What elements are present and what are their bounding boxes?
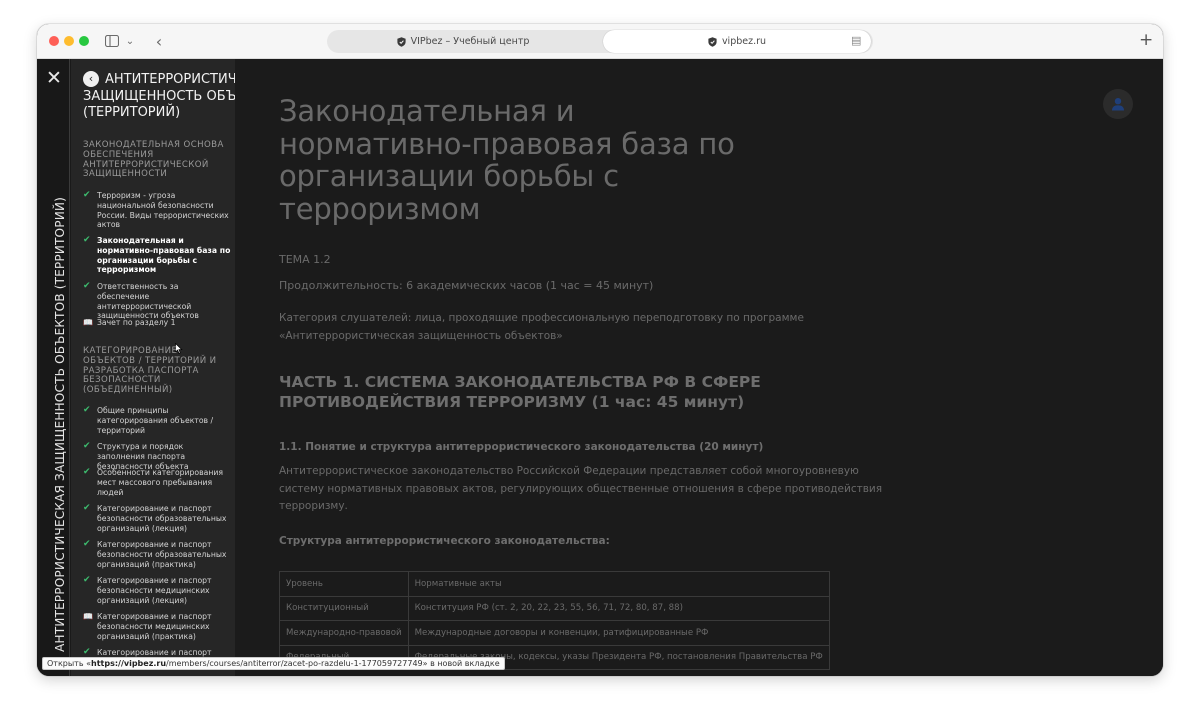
lesson-label: Структура и порядок заполнения паспорта …: [97, 442, 189, 471]
lesson-item-quiz[interactable]: 📖 Категорирование и паспорт безопасности…: [83, 612, 231, 641]
course-sidebar: ‹ АНТИТЕРРОРИСТИЧЕ ЗАЩИЩЕННОСТЬ ОБЪЕК (ТЕ…: [71, 59, 235, 676]
tab-label: vipbez.ru: [721, 36, 767, 47]
table-header: Нормативные акты: [407, 571, 830, 597]
section-title: ЗАКОНОДАТЕЛЬНАЯ ОСНОВА ОБЕСПЕЧЕНИЯ АНТИТ…: [83, 140, 224, 180]
lesson-label: Категорирование и паспорт безопасности м…: [97, 576, 212, 605]
lesson-label: Категорирование и паспорт безопасности о…: [97, 540, 227, 569]
lesson-label: Общие принципы категорирования объектов …: [97, 406, 214, 435]
lesson-label: Зачет по разделу 1: [97, 318, 176, 327]
table-header-row: Уровень Нормативные акты: [279, 571, 830, 597]
audience-text: Категория слушателей: лица, проходящие п…: [279, 312, 804, 342]
status-suffix: » в новой вкладке: [422, 659, 500, 668]
check-icon: ✔: [83, 405, 91, 415]
table-row: Международно-правовой Международные дого…: [279, 620, 830, 646]
status-path: /members/courses/antiterror/zacet-po-raz…: [166, 659, 423, 668]
topic-label: ТЕМА 1.2: [279, 253, 331, 266]
new-tab-button[interactable]: +: [1139, 30, 1153, 50]
section-title: КАТЕГОРИРОВАНИЕ ОБЪЕКТОВ / ТЕРРИТОРИЙ И …: [83, 346, 217, 396]
table-cell: Международно-правовой: [279, 620, 409, 646]
intro-text: Антитеррористическое законодательство Ро…: [279, 465, 883, 512]
course-header-line: (ТЕРРИТОРИЙ): [83, 105, 181, 120]
course-vertical-title: АНТИТЕРРОРИСТИЧЕСКАЯ ЗАЩИЩЕННОСТЬ ОБЪЕКТ…: [53, 197, 67, 652]
close-icon[interactable]: ✕: [46, 69, 62, 88]
lesson-content: Законодательная и нормативно-правовая ба…: [235, 59, 1163, 676]
lesson-item[interactable]: ✔ Категорирование и паспорт безопасности…: [83, 539, 231, 569]
table-header: Уровень: [279, 571, 409, 597]
back-button[interactable]: ‹: [151, 31, 167, 51]
check-icon: ✔: [83, 575, 91, 585]
table-row: Конституционный Конституция РФ (ст. 2, 2…: [279, 595, 830, 621]
browser-toolbar: ⌄ ‹ VIPbez – Учебный центр vipbez.ru ▤ +: [37, 24, 1163, 59]
status-prefix: Открыть «: [47, 659, 91, 668]
check-icon: ✔: [83, 539, 91, 549]
check-icon: ✔: [83, 190, 91, 200]
browser-window: ⌄ ‹ VIPbez – Учебный центр vipbez.ru ▤ +…: [37, 24, 1163, 676]
lesson-item-active[interactable]: ✔ Законодательная и нормативно-правовая …: [83, 235, 231, 275]
lesson-label: Категорирование и паспорт безопасности м…: [97, 612, 212, 641]
lesson-item[interactable]: ✔ Категорирование и паспорт безопасности…: [83, 575, 231, 605]
shield-icon: [397, 36, 406, 47]
shield-icon: [708, 36, 717, 47]
sidebar-toggle-icon[interactable]: [103, 31, 121, 51]
back-arrow-icon[interactable]: ‹: [83, 71, 99, 87]
legislation-table: Уровень Нормативные акты Конституционный…: [279, 571, 830, 670]
lesson-label: Категорирование и паспорт безопасности о…: [97, 504, 227, 533]
lesson-label: Ответственность за обеспечение антитерро…: [97, 282, 199, 321]
lesson-item-quiz[interactable]: 📖 Зачет по разделу 1: [83, 318, 231, 328]
book-icon: 📖: [83, 318, 93, 327]
close-window-button[interactable]: [49, 36, 59, 46]
lesson-item[interactable]: ✔ Ответственность за обеспечение антитер…: [83, 281, 231, 321]
minimize-window-button[interactable]: [64, 36, 74, 46]
sub-heading: 1.1. Понятие и структура антитеррористич…: [279, 441, 764, 453]
link-status-bar: Открыть «https://vipbez.ru/members/cours…: [42, 657, 505, 670]
zoom-window-button[interactable]: [79, 36, 89, 46]
reader-icon[interactable]: ▤: [851, 35, 863, 47]
course-header-line: ЗАЩИЩЕННОСТЬ ОБЪЕК: [83, 88, 235, 104]
tab-bar: VIPbez – Учебный центр vipbez.ru ▤: [327, 30, 873, 53]
page-title: Законодательная и нормативно-правовая ба…: [279, 94, 735, 226]
chevron-down-icon[interactable]: ⌄: [124, 31, 136, 51]
course-title-strip: ✕ АНТИТЕРРОРИСТИЧЕСКАЯ ЗАЩИЩЕННОСТЬ ОБЪЕ…: [37, 59, 70, 676]
tab-label: VIPbez – Учебный центр: [410, 36, 530, 47]
structure-heading: Структура антитеррористического законода…: [279, 534, 610, 547]
tab-vipbez-center[interactable]: VIPbez – Учебный центр: [327, 30, 599, 53]
lesson-item[interactable]: ✔ Особенности категорирования мест массо…: [83, 467, 231, 497]
check-icon: ✔: [83, 235, 91, 245]
lesson-label: Особенности категорирования мест массово…: [97, 468, 224, 497]
lesson-item[interactable]: ✔ Общие принципы категорирования объекто…: [83, 405, 231, 435]
part-heading: ЧАСТЬ 1. СИСТЕМА ЗАКОНОДАТЕЛЬСТВА РФ В С…: [279, 373, 761, 411]
course-header-line: АНТИТЕРРОРИСТИЧЕ: [105, 72, 235, 87]
check-icon: ✔: [83, 467, 91, 477]
check-icon: ✔: [83, 503, 91, 513]
lesson-label: Законодательная и нормативно-правовая ба…: [97, 236, 231, 275]
status-host: https://vipbez.ru: [91, 659, 167, 668]
check-icon: ✔: [83, 281, 91, 291]
user-avatar[interactable]: [1103, 89, 1133, 119]
duration-text: Продолжительность: 6 академических часов…: [279, 279, 654, 292]
lesson-body: Законодательная и нормативно-правовая ба…: [279, 95, 899, 547]
lesson-item[interactable]: ✔ Структура и порядок заполнения паспорт…: [83, 441, 231, 471]
lesson-label: Терроризм - угроза национальной безопасн…: [97, 191, 229, 230]
book-icon: 📖: [83, 612, 93, 621]
table-cell: Конституция РФ (ст. 2, 20, 22, 23, 55, 5…: [407, 595, 830, 621]
course-header: ‹ АНТИТЕРРОРИСТИЧЕ ЗАЩИЩЕННОСТЬ ОБЪЕК (ТЕ…: [83, 71, 235, 122]
lesson-item[interactable]: ✔ Терроризм - угроза национальной безопа…: [83, 190, 231, 230]
tab-vipbez[interactable]: vipbez.ru ▤: [603, 30, 871, 53]
table-cell: Международные договоры и конвенции, рати…: [407, 620, 830, 646]
lesson-item[interactable]: ✔ Категорирование и паспорт безопасности…: [83, 503, 231, 533]
table-cell: Конституционный: [279, 595, 409, 621]
user-icon: [1112, 98, 1124, 111]
